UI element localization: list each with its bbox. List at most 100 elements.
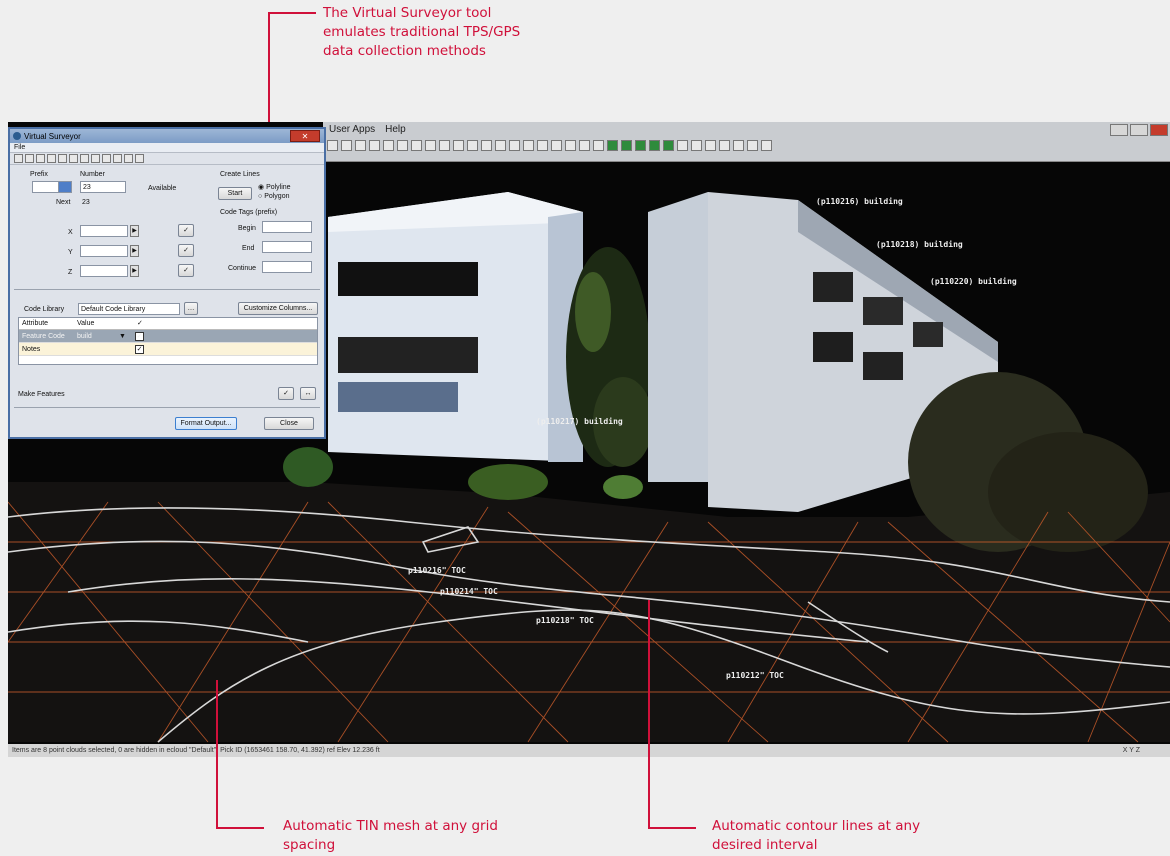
dialog-tool-button[interactable] xyxy=(25,154,34,163)
table-header: Attribute Value ✓ xyxy=(19,318,317,330)
tool-button[interactable] xyxy=(761,140,772,151)
dialog-tool-button[interactable] xyxy=(14,154,23,163)
window-controls xyxy=(1110,124,1168,136)
tool-button-green[interactable] xyxy=(663,140,674,151)
dialog-tool-button[interactable] xyxy=(91,154,100,163)
polygon-option[interactable]: ○ Polygon xyxy=(258,193,289,200)
next-value: 23 xyxy=(82,199,90,206)
tool-button[interactable] xyxy=(523,140,534,151)
row-checkbox[interactable]: ✓ xyxy=(135,345,144,354)
table-row[interactable]: Notes ✓ xyxy=(19,343,317,356)
x-arrow-button[interactable]: ▶ xyxy=(130,225,139,237)
building-label-4: (p110217) building xyxy=(536,416,623,426)
tool-button[interactable] xyxy=(341,140,352,151)
tool-button[interactable] xyxy=(551,140,562,151)
make-features-extra-button[interactable]: ↔ xyxy=(300,387,316,400)
close-button[interactable]: Close xyxy=(264,417,314,430)
row-dropdown-icon[interactable]: ▼ xyxy=(119,330,135,342)
menu-file[interactable]: File xyxy=(14,144,25,151)
dialog-tool-button[interactable] xyxy=(80,154,89,163)
tool-button[interactable] xyxy=(593,140,604,151)
z-arrow-button[interactable]: ▶ xyxy=(130,265,139,277)
tool-button[interactable] xyxy=(369,140,380,151)
page: The Virtual Surveyor tool emulates tradi… xyxy=(0,0,1170,856)
dialog-close-icon[interactable]: ✕ xyxy=(290,130,320,142)
tool-button[interactable] xyxy=(453,140,464,151)
tool-button-green[interactable] xyxy=(621,140,632,151)
callout-top-line-1: The Virtual Surveyor tool xyxy=(323,5,492,21)
tool-button[interactable] xyxy=(327,140,338,151)
table-row[interactable]: Feature Code build ▼ ✓ xyxy=(19,330,317,343)
end-input[interactable] xyxy=(262,241,312,253)
dialog-tool-button[interactable] xyxy=(124,154,133,163)
tool-button[interactable] xyxy=(467,140,478,151)
tool-button[interactable] xyxy=(509,140,520,151)
tool-button[interactable] xyxy=(439,140,450,151)
continue-input[interactable] xyxy=(262,261,312,273)
dialog-tool-button[interactable] xyxy=(102,154,111,163)
tool-button[interactable] xyxy=(495,140,506,151)
dialog-toolbar xyxy=(10,153,324,165)
tool-button[interactable] xyxy=(425,140,436,151)
tool-button-green[interactable] xyxy=(635,140,646,151)
y-pick-button[interactable]: ✓ xyxy=(178,244,194,257)
format-output-button[interactable]: Format Output... xyxy=(175,417,237,430)
dialog-tool-button[interactable] xyxy=(69,154,78,163)
callout-tin-line-1: Automatic TIN mesh at any grid xyxy=(283,818,498,834)
customize-columns-button[interactable]: Customize Columns... xyxy=(238,302,318,315)
dialog-tool-button[interactable] xyxy=(58,154,67,163)
code-library-select[interactable]: Default Code Library xyxy=(78,303,180,315)
tool-button[interactable] xyxy=(677,140,688,151)
prefix-value[interactable] xyxy=(58,181,72,193)
tool-button[interactable] xyxy=(397,140,408,151)
z-input[interactable] xyxy=(80,265,128,277)
start-button[interactable]: Start xyxy=(218,187,252,200)
z-label: Z xyxy=(68,269,73,276)
polyline-label: Polyline xyxy=(266,184,291,191)
tool-button[interactable] xyxy=(691,140,702,151)
continue-label: Continue xyxy=(228,265,257,272)
row-checkbox[interactable]: ✓ xyxy=(135,332,144,341)
z-pick-button[interactable]: ✓ xyxy=(178,264,194,277)
create-lines-label: Create Lines xyxy=(220,171,260,178)
tool-button-green[interactable] xyxy=(649,140,660,151)
tool-button-green[interactable] xyxy=(607,140,618,151)
tool-button[interactable] xyxy=(733,140,744,151)
tool-button[interactable] xyxy=(747,140,758,151)
menu-help[interactable]: Help xyxy=(385,124,406,135)
tool-button[interactable] xyxy=(411,140,422,151)
app-menu: User Apps Help xyxy=(329,124,406,135)
dialog-tool-button[interactable] xyxy=(47,154,56,163)
tool-button[interactable] xyxy=(705,140,716,151)
begin-label: Begin xyxy=(238,225,256,232)
tool-button[interactable] xyxy=(565,140,576,151)
menu-user-apps[interactable]: User Apps xyxy=(329,124,375,135)
polygon-label: Polygon xyxy=(264,193,290,200)
dialog-tool-button[interactable] xyxy=(36,154,45,163)
callout-tin-mesh: Automatic TIN mesh at any grid spacing xyxy=(283,817,498,855)
tool-button[interactable] xyxy=(481,140,492,151)
dialog-titlebar: Virtual Surveyor ✕ xyxy=(10,129,324,143)
y-arrow-button[interactable]: ▶ xyxy=(130,245,139,257)
dialog-tool-button[interactable] xyxy=(113,154,122,163)
begin-input[interactable] xyxy=(262,221,312,233)
maximize-button[interactable] xyxy=(1130,124,1148,136)
number-input[interactable]: 23 xyxy=(80,181,126,193)
callout-top: The Virtual Surveyor tool emulates tradi… xyxy=(323,4,520,61)
tool-button[interactable] xyxy=(579,140,590,151)
dialog-menu: File xyxy=(10,143,324,153)
x-input[interactable] xyxy=(80,225,128,237)
tool-button[interactable] xyxy=(537,140,548,151)
make-features-pick-button[interactable]: ✓ xyxy=(278,387,294,400)
header-value: Value xyxy=(77,320,95,327)
minimize-button[interactable] xyxy=(1110,124,1128,136)
browse-button[interactable]: … xyxy=(184,302,198,315)
tool-button[interactable] xyxy=(383,140,394,151)
tool-button[interactable] xyxy=(355,140,366,151)
tool-button[interactable] xyxy=(719,140,730,151)
polyline-option[interactable]: ◉ Polyline xyxy=(258,183,291,191)
x-pick-button[interactable]: ✓ xyxy=(178,224,194,237)
dialog-tool-button[interactable] xyxy=(135,154,144,163)
y-input[interactable] xyxy=(80,245,128,257)
close-window-button[interactable] xyxy=(1150,124,1168,136)
